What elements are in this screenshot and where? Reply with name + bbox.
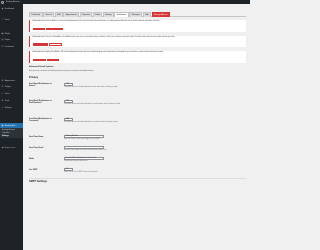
- tab-staff[interactable]: Staff: [54, 12, 63, 17]
- sidebar-item-media[interactable]: ▣ Media: [0, 31, 23, 36]
- tab-messages[interactable]: Messages: [129, 12, 143, 17]
- sidebar-item-settings[interactable]: ≡ Settings: [0, 105, 23, 110]
- notify-admin-description: This allows you to send email notificati…: [64, 87, 118, 88]
- notice-buttons: Get Display Pack Learn more: [32, 58, 61, 62]
- dashboard-icon: ◉: [1, 7, 4, 10]
- learn-more-button[interactable]: Learn more: [47, 58, 60, 62]
- sidebar-item-label: Users: [4, 92, 10, 95]
- sidebar-item-label: Media: [4, 32, 10, 35]
- tab-manage-addons[interactable]: Manage Add-ons: [151, 12, 170, 17]
- notice-buttons: Activate license Dismiss this notice: [32, 27, 65, 31]
- notify-staff-select[interactable]: YES ▾: [64, 100, 73, 103]
- addon-notice: Booking Activities Pro Free Add-ons: tak…: [29, 20, 246, 32]
- get-prices-credits-button[interactable]: Get Prices & Credits: [32, 43, 49, 46]
- submenu-item-settings[interactable]: Settings: [2, 135, 9, 137]
- sidebar-item-label: Pages: [4, 38, 11, 41]
- tab-general[interactable]: General: [42, 12, 55, 17]
- tab-notifications[interactable]: Notifications: [114, 12, 129, 17]
- select-value: YES: [65, 84, 69, 85]
- smtp-section-title: SMTP Settings: [29, 180, 48, 183]
- get-display-pack-button[interactable]: Get Display Pack: [32, 58, 47, 62]
- mailer-select[interactable]: Use the PHP mail() function to send emai…: [64, 157, 104, 160]
- from-name-description: Enter the sender's name that will appear…: [64, 139, 101, 140]
- sidebar-item-label: Tools: [4, 99, 10, 102]
- from-email-description: Enter the email address from which the n…: [64, 150, 107, 151]
- sidebar-item-label: Settings: [4, 106, 12, 109]
- calendar-icon: ▦: [1, 124, 4, 127]
- smtp-label: Use SMTP: [29, 169, 38, 171]
- email-settings-note: Here you can customize the booking email…: [29, 70, 94, 72]
- from-name-label: Send From Name: [29, 136, 44, 138]
- addon-notice: Booking Activities Display Pack Add-on: …: [29, 51, 246, 63]
- select-value: YES: [65, 101, 69, 102]
- comment-icon: ✉: [1, 45, 4, 48]
- sidebar-item-label: Appearance: [4, 79, 15, 82]
- users-icon: ☺: [1, 92, 4, 95]
- submenu-item-booking-activities[interactable]: Booking Activities: [2, 129, 15, 131]
- notify-admin-label: Send Email Notifications to Admin?: [29, 83, 52, 88]
- main-content: Dashboard General Staff Appointments Pay…: [23, 4, 250, 250]
- notify-staff-label: Send Email Notifications to Staff Member…: [29, 100, 52, 105]
- chevron-down-icon: ▾: [101, 158, 103, 159]
- settings-tabs: Dashboard General Staff Appointments Pay…: [29, 12, 246, 17]
- from-email-label: Send From Email: [29, 147, 44, 149]
- select-value: NO: [65, 169, 69, 170]
- tab-appointments[interactable]: Appointments: [63, 12, 80, 17]
- mailer-description: Choose how the emails will be sent.: [64, 161, 88, 162]
- select-value: YES: [65, 119, 69, 120]
- notice-text: Booking Activities Pro Free Add-ons: tak…: [32, 21, 160, 23]
- notify-customers-description: This allows you to send email notificati…: [64, 122, 118, 123]
- collapse-menu-label: Collapse menu: [3, 147, 16, 149]
- learn-more-button[interactable]: Learn more: [49, 43, 62, 46]
- sidebar-item-label: Booking Acti...: [4, 124, 17, 127]
- sidebar-item-appearance[interactable]: ✿ Appearance: [0, 78, 23, 83]
- activate-license-button[interactable]: Activate license: [32, 27, 46, 31]
- sidebar-item-plugins[interactable]: ⚙ Plugins: [0, 84, 23, 89]
- sidebar-item-users[interactable]: ☺ Users: [0, 91, 23, 96]
- plugin-icon: ⚙: [1, 85, 4, 88]
- privacy-section-title: Privacy: [29, 76, 39, 79]
- mailer-label: Mailer: [29, 158, 35, 160]
- sidebar-item-dashboard[interactable]: ◉ Dashboard: [0, 6, 23, 11]
- site-name[interactable]: Booking Activities: [6, 1, 20, 3]
- sidebar-item-label: Dashboard: [4, 7, 15, 10]
- email-settings-heading: Advanced Email Options: [29, 66, 54, 68]
- notice-buttons: Get Prices & Credits Learn more: [32, 43, 63, 46]
- tab-settings[interactable]: Settings: [102, 12, 114, 17]
- sidebar-item-pages[interactable]: ▤ Pages: [0, 37, 23, 42]
- booking-submenu: Booking Activities Calendars Settings: [0, 128, 23, 138]
- admin-sidebar: ◉ Dashboard ✎ Posts ▣ Media ▤ Pages ✉ Comment…: [0, 4, 23, 250]
- tab-help[interactable]: Help: [142, 12, 152, 17]
- sidebar-item-tools[interactable]: ✚ Tools: [0, 98, 23, 103]
- media-icon: ▣: [1, 32, 4, 35]
- tools-icon: ✚: [1, 99, 4, 102]
- notice-text: Booking Activities Prices & Credits Add-…: [32, 36, 176, 38]
- sidebar-item-label: Posts: [4, 18, 10, 21]
- tab-payments[interactable]: Payments: [79, 12, 93, 17]
- tab-fields[interactable]: Fields: [92, 12, 103, 17]
- notify-customers-label: Send Email Notifications to Customers?: [29, 118, 52, 123]
- notice-text: Booking Activities Display Pack Add-on: …: [32, 52, 164, 54]
- tab-dashboard[interactable]: Dashboard: [29, 12, 43, 17]
- dismiss-notice-button[interactable]: Dismiss this notice: [46, 27, 64, 31]
- collapse-menu-button[interactable]: ◀ Collapse menu: [1, 147, 15, 149]
- page-icon: ▤: [1, 38, 4, 41]
- addon-notice: Booking Activities Prices & Credits Add-…: [29, 35, 246, 47]
- pin-icon: ✎: [1, 18, 4, 21]
- smtp-select[interactable]: NO ▾: [64, 168, 73, 171]
- notify-customers-select[interactable]: YES ▾: [64, 118, 73, 121]
- from-name-input[interactable]: Booking Activities: [64, 135, 104, 138]
- smtp-description: Select YES to use an SMTP server to send…: [64, 172, 98, 173]
- submenu-item-calendars[interactable]: Calendars: [2, 132, 10, 134]
- sidebar-item-comments[interactable]: ✉ Comments: [0, 44, 23, 49]
- sidebar-item-label: Plugins: [4, 85, 11, 88]
- settings-icon: ≡: [1, 106, 3, 109]
- sidebar-item-posts[interactable]: ✎ Posts: [0, 17, 23, 22]
- notify-staff-description: This allows you to send email notificati…: [64, 104, 121, 105]
- from-email-input[interactable]: [64, 146, 104, 149]
- sidebar-item-label: Comments: [4, 45, 14, 48]
- appearance-icon: ✿: [1, 79, 4, 82]
- select-value: Use the PHP mail() function to send emai…: [65, 158, 97, 159]
- notify-admin-select[interactable]: YES ▾: [64, 83, 73, 86]
